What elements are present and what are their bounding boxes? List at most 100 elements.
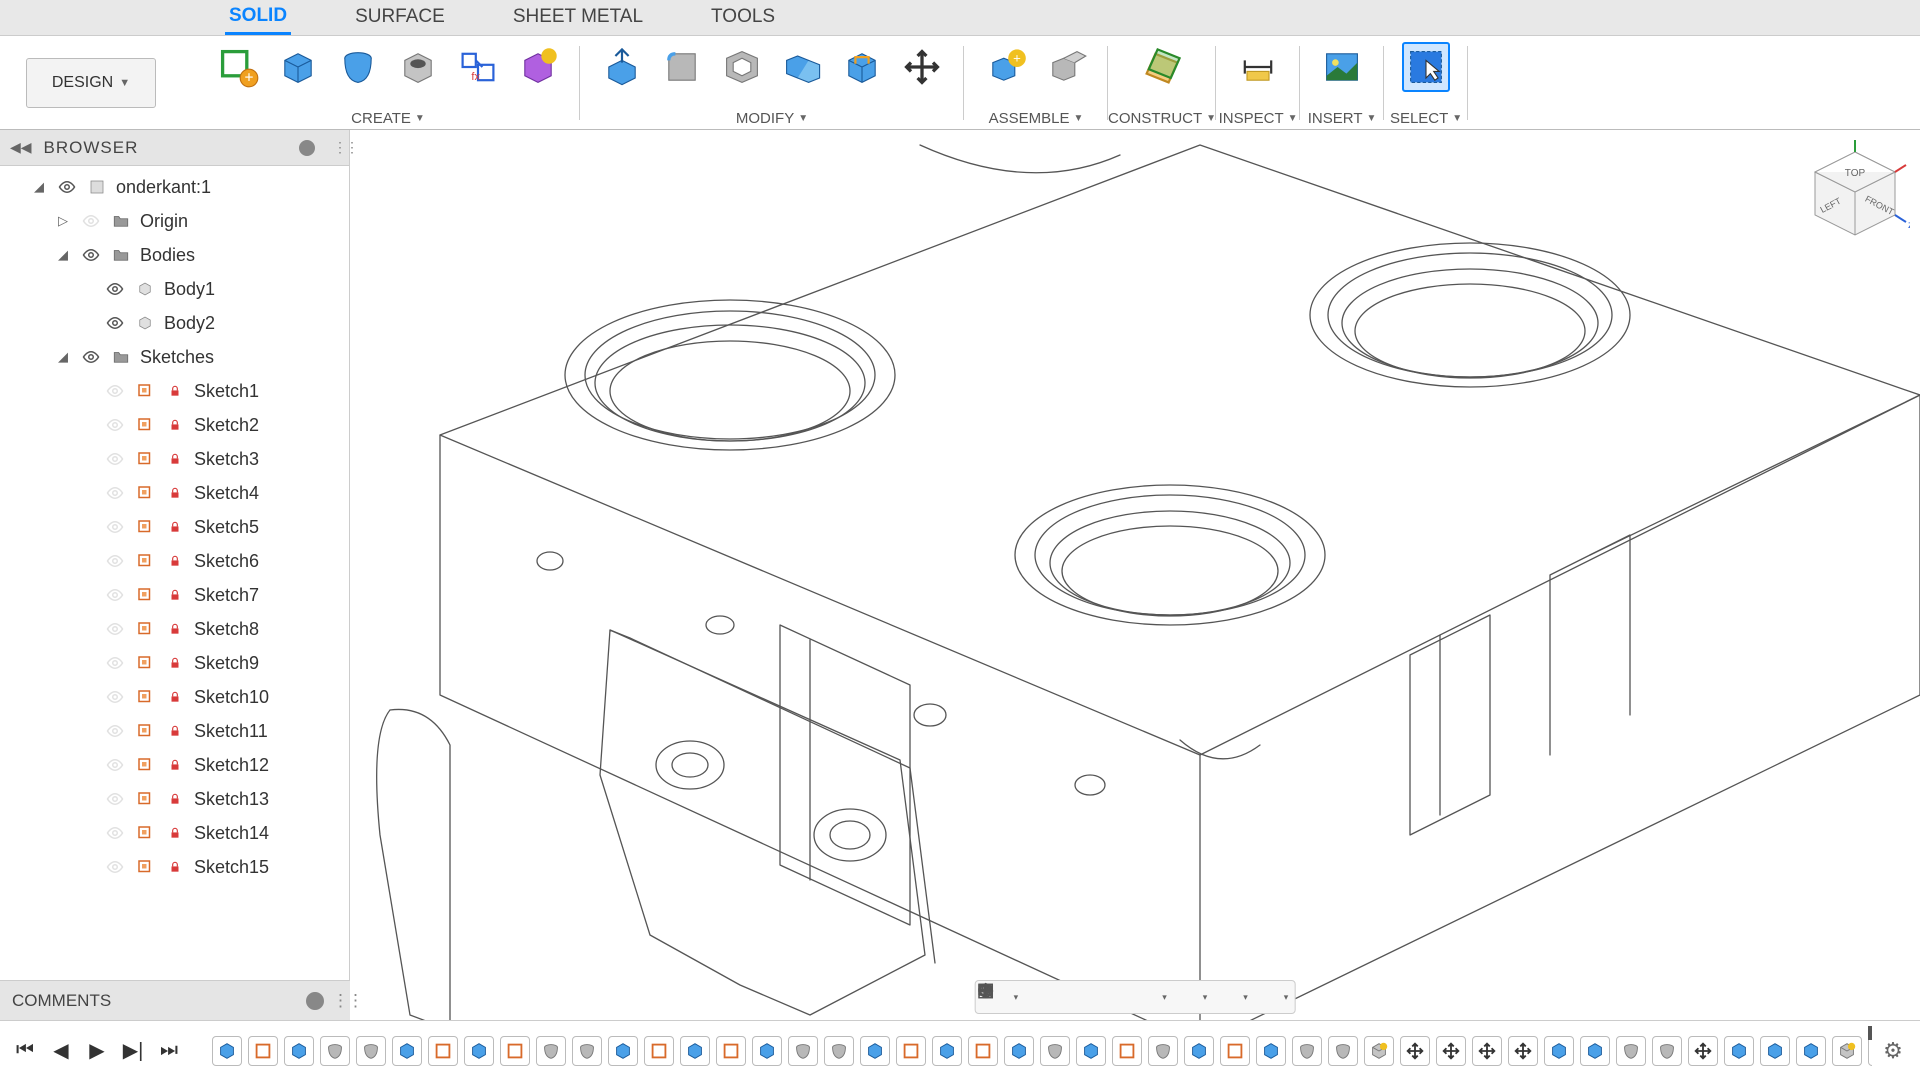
ribbon-group-label[interactable]: ASSEMBLE▼	[989, 107, 1084, 129]
expand-icon[interactable]: ▷	[54, 213, 72, 229]
tree-sketch-6[interactable]: Sketch7	[0, 578, 349, 612]
timeline-feature[interactable]	[1472, 1036, 1502, 1066]
visibility-toggle-icon[interactable]	[104, 312, 126, 334]
ribbon-group-label[interactable]: CREATE▼	[351, 107, 425, 129]
visibility-toggle-icon[interactable]	[104, 448, 126, 470]
timeline-feature[interactable]	[1256, 1036, 1286, 1066]
zoom-window-icon[interactable]	[1130, 983, 1162, 1011]
tree-body-1[interactable]: Body2	[0, 306, 349, 340]
display-settings-icon[interactable]	[1171, 983, 1203, 1011]
parametric-icon[interactable]: fx	[454, 42, 502, 92]
grid-settings-icon[interactable]	[1211, 983, 1243, 1011]
joint-icon[interactable]	[1042, 42, 1090, 92]
tree-sketch-4[interactable]: Sketch5	[0, 510, 349, 544]
timeline-end-icon[interactable]: ⏭	[156, 1038, 182, 1064]
browser-collapse-icon[interactable]: ◀◀	[10, 139, 32, 156]
timeline-stepback-icon[interactable]: ◀	[48, 1038, 74, 1064]
timeline-feature[interactable]	[1436, 1036, 1466, 1066]
timeline-feature[interactable]	[680, 1036, 710, 1066]
tree-sketch-3[interactable]: Sketch4	[0, 476, 349, 510]
timeline-feature[interactable]	[788, 1036, 818, 1066]
tree-sketch-0[interactable]: Sketch1	[0, 374, 349, 408]
expand-icon[interactable]: ◢	[30, 179, 48, 195]
visibility-toggle-icon[interactable]	[104, 856, 126, 878]
tree-body-0[interactable]: Body1	[0, 272, 349, 306]
tree-sketch-5[interactable]: Sketch6	[0, 544, 349, 578]
joint-new-icon[interactable]: +	[982, 42, 1030, 92]
visibility-toggle-icon[interactable]	[104, 788, 126, 810]
timeline-feature[interactable]	[932, 1036, 962, 1066]
tree-sketch-14[interactable]: Sketch15	[0, 850, 349, 884]
tree-bodies[interactable]: ◢Bodies	[0, 238, 349, 272]
visibility-toggle-icon[interactable]	[80, 346, 102, 368]
timeline-start-icon[interactable]: ⏮	[12, 1038, 38, 1064]
timeline-feature[interactable]	[1076, 1036, 1106, 1066]
timeline-feature[interactable]	[284, 1036, 314, 1066]
ribbon-group-label[interactable]: MODIFY▼	[736, 107, 808, 129]
timeline-feature[interactable]	[1400, 1036, 1430, 1066]
zoom-icon[interactable]	[1094, 983, 1126, 1011]
timeline-feature[interactable]	[464, 1036, 494, 1066]
timeline-feature[interactable]	[1724, 1036, 1754, 1066]
timeline-feature[interactable]	[1688, 1036, 1718, 1066]
timeline-feature[interactable]	[392, 1036, 422, 1066]
timeline-marker[interactable]	[1868, 1026, 1872, 1040]
shell-icon[interactable]	[718, 42, 766, 92]
timeline-feature[interactable]	[500, 1036, 530, 1066]
tree-origin[interactable]: ▷Origin	[0, 204, 349, 238]
visibility-toggle-icon[interactable]	[56, 176, 78, 198]
expand-icon[interactable]: ◢	[54, 247, 72, 263]
tab-surface[interactable]: SURFACE	[351, 0, 449, 35]
lookat-icon[interactable]	[1022, 983, 1054, 1011]
presspull-icon[interactable]	[598, 42, 646, 92]
add-comment-icon[interactable]	[306, 992, 324, 1010]
browser-pin-icon[interactable]	[299, 140, 315, 156]
timeline-feature[interactable]	[1364, 1036, 1394, 1066]
tree-sketch-13[interactable]: Sketch14	[0, 816, 349, 850]
timeline-feature[interactable]	[860, 1036, 890, 1066]
timeline-feature[interactable]	[1652, 1036, 1682, 1066]
hole-icon[interactable]	[394, 42, 442, 92]
move-icon[interactable]	[898, 42, 946, 92]
timeline-feature[interactable]	[248, 1036, 278, 1066]
timeline-feature[interactable]	[608, 1036, 638, 1066]
tree-sketch-12[interactable]: Sketch13	[0, 782, 349, 816]
visibility-toggle-icon[interactable]	[104, 414, 126, 436]
pan-icon[interactable]	[1058, 983, 1090, 1011]
tree-sketch-9[interactable]: Sketch10	[0, 680, 349, 714]
tab-solid[interactable]: SOLID	[225, 0, 291, 35]
timeline-feature[interactable]	[1508, 1036, 1538, 1066]
tree-sketch-1[interactable]: Sketch2	[0, 408, 349, 442]
timeline-feature[interactable]	[1832, 1036, 1862, 1066]
comments-panel[interactable]: COMMENTS ⋮⋮	[0, 980, 350, 1020]
timeline-feature[interactable]	[1544, 1036, 1574, 1066]
tree-root[interactable]: ◢onderkant:1	[0, 170, 349, 204]
timeline-feature[interactable]	[1760, 1036, 1790, 1066]
visibility-toggle-icon[interactable]	[104, 618, 126, 640]
plane-icon[interactable]	[1138, 42, 1186, 92]
browser-grip-icon[interactable]: ⋮⋮	[333, 139, 339, 157]
tab-tools[interactable]: TOOLS	[707, 0, 779, 35]
visibility-toggle-icon[interactable]	[104, 652, 126, 674]
ribbon-group-label[interactable]: CONSTRUCT▼	[1108, 107, 1216, 129]
timeline-feature[interactable]	[752, 1036, 782, 1066]
measure-icon[interactable]	[1234, 42, 1282, 92]
select-icon[interactable]	[1402, 42, 1450, 92]
timeline-stepfwd-icon[interactable]: ▶|	[120, 1038, 146, 1064]
timeline-feature[interactable]	[1580, 1036, 1610, 1066]
timeline-feature[interactable]	[1184, 1036, 1214, 1066]
revolve-icon[interactable]	[334, 42, 382, 92]
extrude-icon[interactable]	[274, 42, 322, 92]
layout-grid-icon[interactable]	[1252, 983, 1284, 1011]
tree-sketch-2[interactable]: Sketch3	[0, 442, 349, 476]
image-icon[interactable]	[1318, 42, 1366, 92]
tree-sketch-10[interactable]: Sketch11	[0, 714, 349, 748]
tab-sheetmetal[interactable]: SHEET METAL	[509, 0, 647, 35]
timeline-feature[interactable]	[320, 1036, 350, 1066]
viewcube[interactable]: TOP LEFT FRONT z	[1800, 140, 1910, 250]
timeline-feature[interactable]	[716, 1036, 746, 1066]
viewport[interactable]: TOP LEFT FRONT z ▾ ▾ ▾ ▾ ▾	[350, 130, 1920, 1020]
timeline-feature[interactable]	[212, 1036, 242, 1066]
timeline-feature[interactable]	[824, 1036, 854, 1066]
fillet-icon[interactable]	[658, 42, 706, 92]
